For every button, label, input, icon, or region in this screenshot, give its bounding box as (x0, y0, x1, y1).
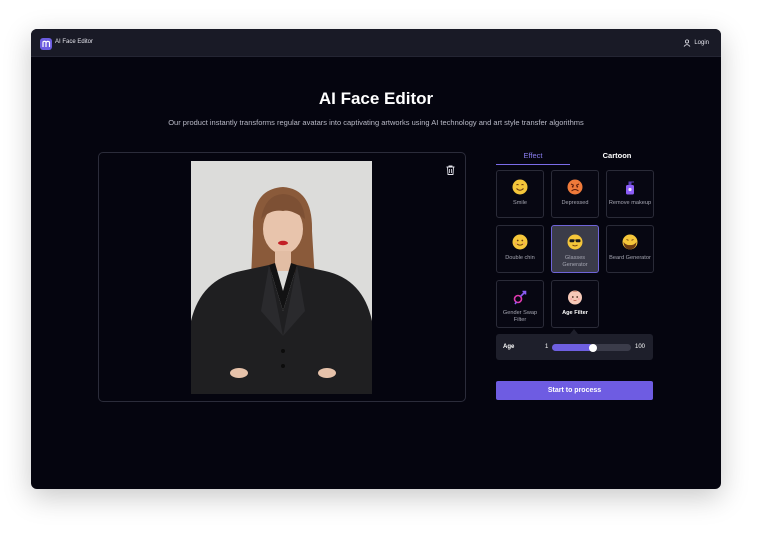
angry-emoji-icon (567, 179, 583, 195)
effect-label: Double chin (505, 255, 535, 261)
page-title: AI Face Editor (318, 89, 434, 108)
smile-emoji-icon (512, 179, 528, 195)
bearded-face-icon (622, 234, 638, 250)
cleanser-bottle-icon (626, 181, 634, 195)
app-logo[interactable] (40, 38, 52, 50)
login-button[interactable]: Login (683, 39, 709, 47)
image-canvas (98, 152, 466, 402)
effect-double-chin[interactable]: Double chin (496, 225, 544, 273)
start-process-button[interactable]: Start to process (496, 381, 653, 400)
delete-image-button[interactable] (446, 162, 455, 180)
portrait-image (191, 161, 372, 394)
top-bar: AI Face Editor Login (31, 29, 721, 57)
smiling-face-icon (512, 234, 528, 250)
app-name: AI Face Editor (55, 39, 94, 45)
age-max-value: 100 (635, 344, 646, 350)
gender-swap-icon (513, 290, 527, 305)
age-slider-fill (552, 344, 593, 351)
effect-label: Glasses Generator (562, 255, 588, 268)
effect-smile[interactable]: Smile (496, 170, 544, 218)
effect-label: Smile (513, 200, 527, 206)
effect-age-filter[interactable]: Age Filter (551, 280, 599, 328)
sunglasses-emoji-icon (567, 234, 583, 250)
age-slider-thumb[interactable] (588, 343, 597, 352)
effect-label: Age Filter (562, 310, 588, 316)
effect-label: Depressed (561, 200, 589, 206)
effect-remove-makeup[interactable]: Remove makeup (606, 170, 654, 218)
effect-depressed[interactable]: Depressed (551, 170, 599, 218)
tab-cartoon[interactable]: Cartoon (580, 151, 654, 164)
uploaded-photo (191, 161, 372, 394)
tab-effect[interactable]: Effect (496, 151, 570, 165)
app-window: AI Face Editor Login AI Face Editor Our … (31, 29, 721, 489)
effect-glasses-generator[interactable]: Glasses Generator (551, 225, 599, 273)
effect-gender-swap-filter[interactable]: Gender Swap Filter (496, 280, 544, 328)
logo-icon (41, 40, 50, 47)
effect-beard-generator[interactable]: Beard Generator (606, 225, 654, 273)
page-subtitle: Our product instantly transforms regular… (168, 118, 584, 127)
user-icon (684, 39, 691, 47)
age-label: Age (503, 344, 515, 350)
popover-pointer (570, 329, 578, 334)
age-slider-panel: Age 1 100 (496, 334, 653, 360)
age-slider-track[interactable] (552, 343, 631, 352)
mode-tabs: Effect Cartoon (496, 151, 654, 165)
effect-label: Gender Swap Filter (502, 310, 538, 323)
age-min-value: 1 (545, 344, 549, 350)
login-label: Login (694, 40, 709, 46)
effect-label: Beard Generator (609, 255, 651, 261)
effect-label: Remove makeup (608, 200, 652, 206)
baby-face-icon (568, 290, 582, 305)
trash-icon (446, 165, 455, 175)
